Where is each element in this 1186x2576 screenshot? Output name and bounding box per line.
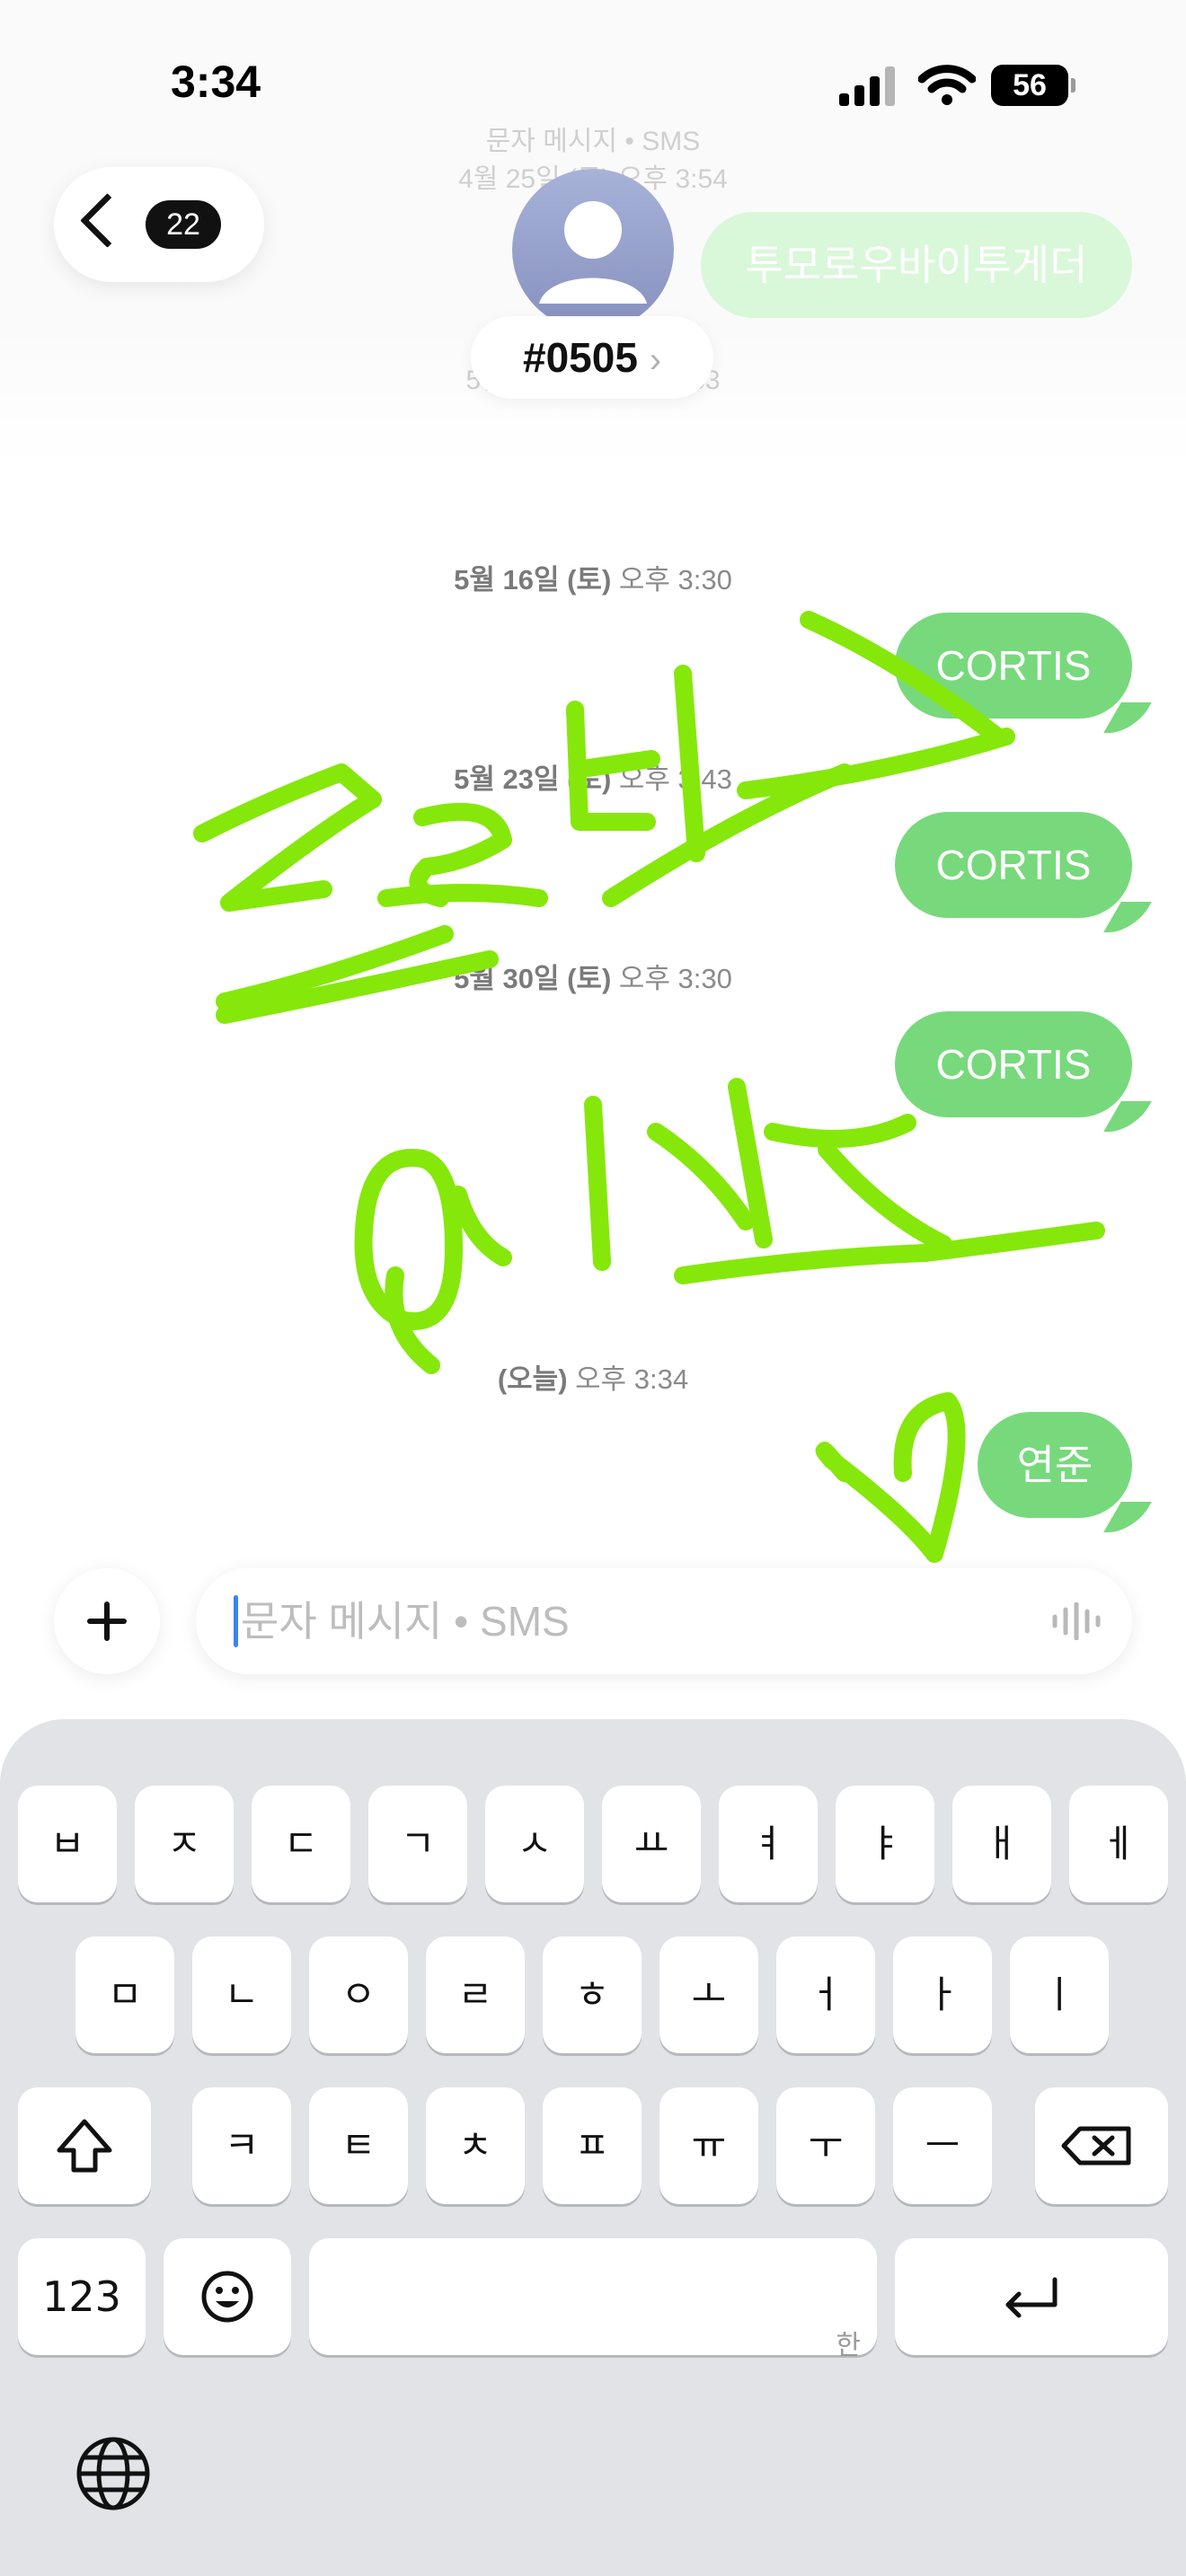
message-timestamp: 5월 30일 (토) 오후 3:30: [454, 963, 732, 994]
key-ㄷ[interactable]: ㄷ: [252, 1786, 350, 1902]
key-ㅍ[interactable]: ㅍ: [543, 2087, 642, 2204]
numbers-key[interactable]: 123: [18, 2238, 146, 2355]
key-ㅅ[interactable]: ㅅ: [485, 1786, 584, 1902]
add-attachment-button[interactable]: [54, 1568, 160, 1674]
key-ㅓ[interactable]: ㅓ: [776, 1936, 875, 2053]
message-bubble[interactable]: 연준: [978, 1412, 1132, 1518]
contact-name: #0505: [522, 334, 638, 381]
key-ㅡ[interactable]: ㅡ: [893, 2087, 992, 2204]
shift-icon: [57, 2119, 112, 2173]
message-timestamp: (오늘) 오후 3:34: [497, 1363, 689, 1395]
battery-indicator: 56: [991, 65, 1075, 106]
key-ㅐ[interactable]: ㅐ: [952, 1786, 1051, 1902]
message-input[interactable]: 문자 메시지 • SMS: [196, 1568, 1132, 1674]
message-bubble[interactable]: CORTIS: [895, 812, 1132, 918]
key-ㅛ[interactable]: ㅛ: [602, 1786, 701, 1902]
key-ㅠ[interactable]: ㅠ: [659, 2087, 758, 2204]
space-key-hint: 한: [836, 2330, 861, 2361]
back-button[interactable]: 22: [54, 167, 264, 282]
message-input-placeholder: 문자 메시지 • SMS: [241, 1598, 570, 1645]
emoji-icon: [201, 2271, 253, 2323]
chevron-right-icon: ›: [649, 340, 662, 380]
audio-wave-icon[interactable]: [1051, 1602, 1103, 1640]
delete-key[interactable]: [1035, 2087, 1168, 2204]
behind-channel-label: 문자 메시지 • SMS: [485, 127, 701, 156]
key-ㅂ[interactable]: ㅂ: [18, 1786, 117, 1902]
shift-key[interactable]: [18, 2087, 151, 2204]
status-time: 3:34: [171, 57, 261, 107]
emoji-key[interactable]: [164, 2238, 291, 2355]
message-timestamp: 5월 16일 (토) 오후 3:30: [454, 564, 732, 595]
person-icon: [539, 201, 647, 304]
return-key[interactable]: [895, 2238, 1168, 2355]
contact-name-button[interactable]: #0505 ›: [471, 316, 713, 399]
behind-message-bubble: 투모로우바이투게더: [701, 212, 1132, 318]
key-ㄹ[interactable]: ㄹ: [426, 1936, 525, 2053]
key-ㅜ[interactable]: ㅜ: [776, 2087, 875, 2204]
globe-icon[interactable]: [75, 2436, 151, 2511]
key-ㅇ[interactable]: ㅇ: [309, 1936, 408, 2053]
message-bubble[interactable]: CORTIS: [895, 613, 1132, 719]
key-ㅎ[interactable]: ㅎ: [543, 1936, 642, 2053]
unread-count-badge: 22: [146, 200, 221, 249]
key-ㅑ[interactable]: ㅑ: [836, 1786, 934, 1902]
return-icon: [1005, 2277, 1058, 2318]
key-ㅕ[interactable]: ㅕ: [719, 1786, 818, 1902]
key-ㅈ[interactable]: ㅈ: [135, 1786, 234, 1902]
key-ㅗ[interactable]: ㅗ: [659, 1936, 758, 2053]
key-ㅁ[interactable]: ㅁ: [75, 1936, 174, 2053]
space-key[interactable]: 한: [309, 2238, 877, 2361]
key-ㅏ[interactable]: ㅏ: [893, 1936, 992, 2053]
cellular-signal-icon: [839, 66, 895, 106]
key-ㅌ[interactable]: ㅌ: [309, 2087, 408, 2204]
key-ㅋ[interactable]: ㅋ: [192, 2087, 291, 2204]
keyboard: ㅂㅈㄷㄱㅅㅛㅕㅑㅐㅔ ㅁㄴㅇㄹㅎㅗㅓㅏㅣ ㅋㅌㅊㅍㅠㅜㅡ 123 한: [0, 1719, 1186, 2576]
contact-avatar[interactable]: [512, 169, 674, 331]
chevron-left-icon: [80, 193, 135, 248]
delete-icon: [1061, 2126, 1131, 2166]
key-ㅣ[interactable]: ㅣ: [1010, 1936, 1109, 2053]
text-cursor: [234, 1595, 238, 1647]
message-bubble[interactable]: CORTIS: [895, 1011, 1132, 1117]
message-timestamp: 5월 23일 (토) 오후 3:43: [454, 763, 732, 795]
key-ㅔ[interactable]: ㅔ: [1069, 1786, 1168, 1902]
key-ㅊ[interactable]: ㅊ: [426, 2087, 525, 2204]
wifi-icon: [918, 65, 976, 105]
key-ㄱ[interactable]: ㄱ: [368, 1786, 467, 1902]
key-ㄴ[interactable]: ㄴ: [192, 1936, 291, 2053]
